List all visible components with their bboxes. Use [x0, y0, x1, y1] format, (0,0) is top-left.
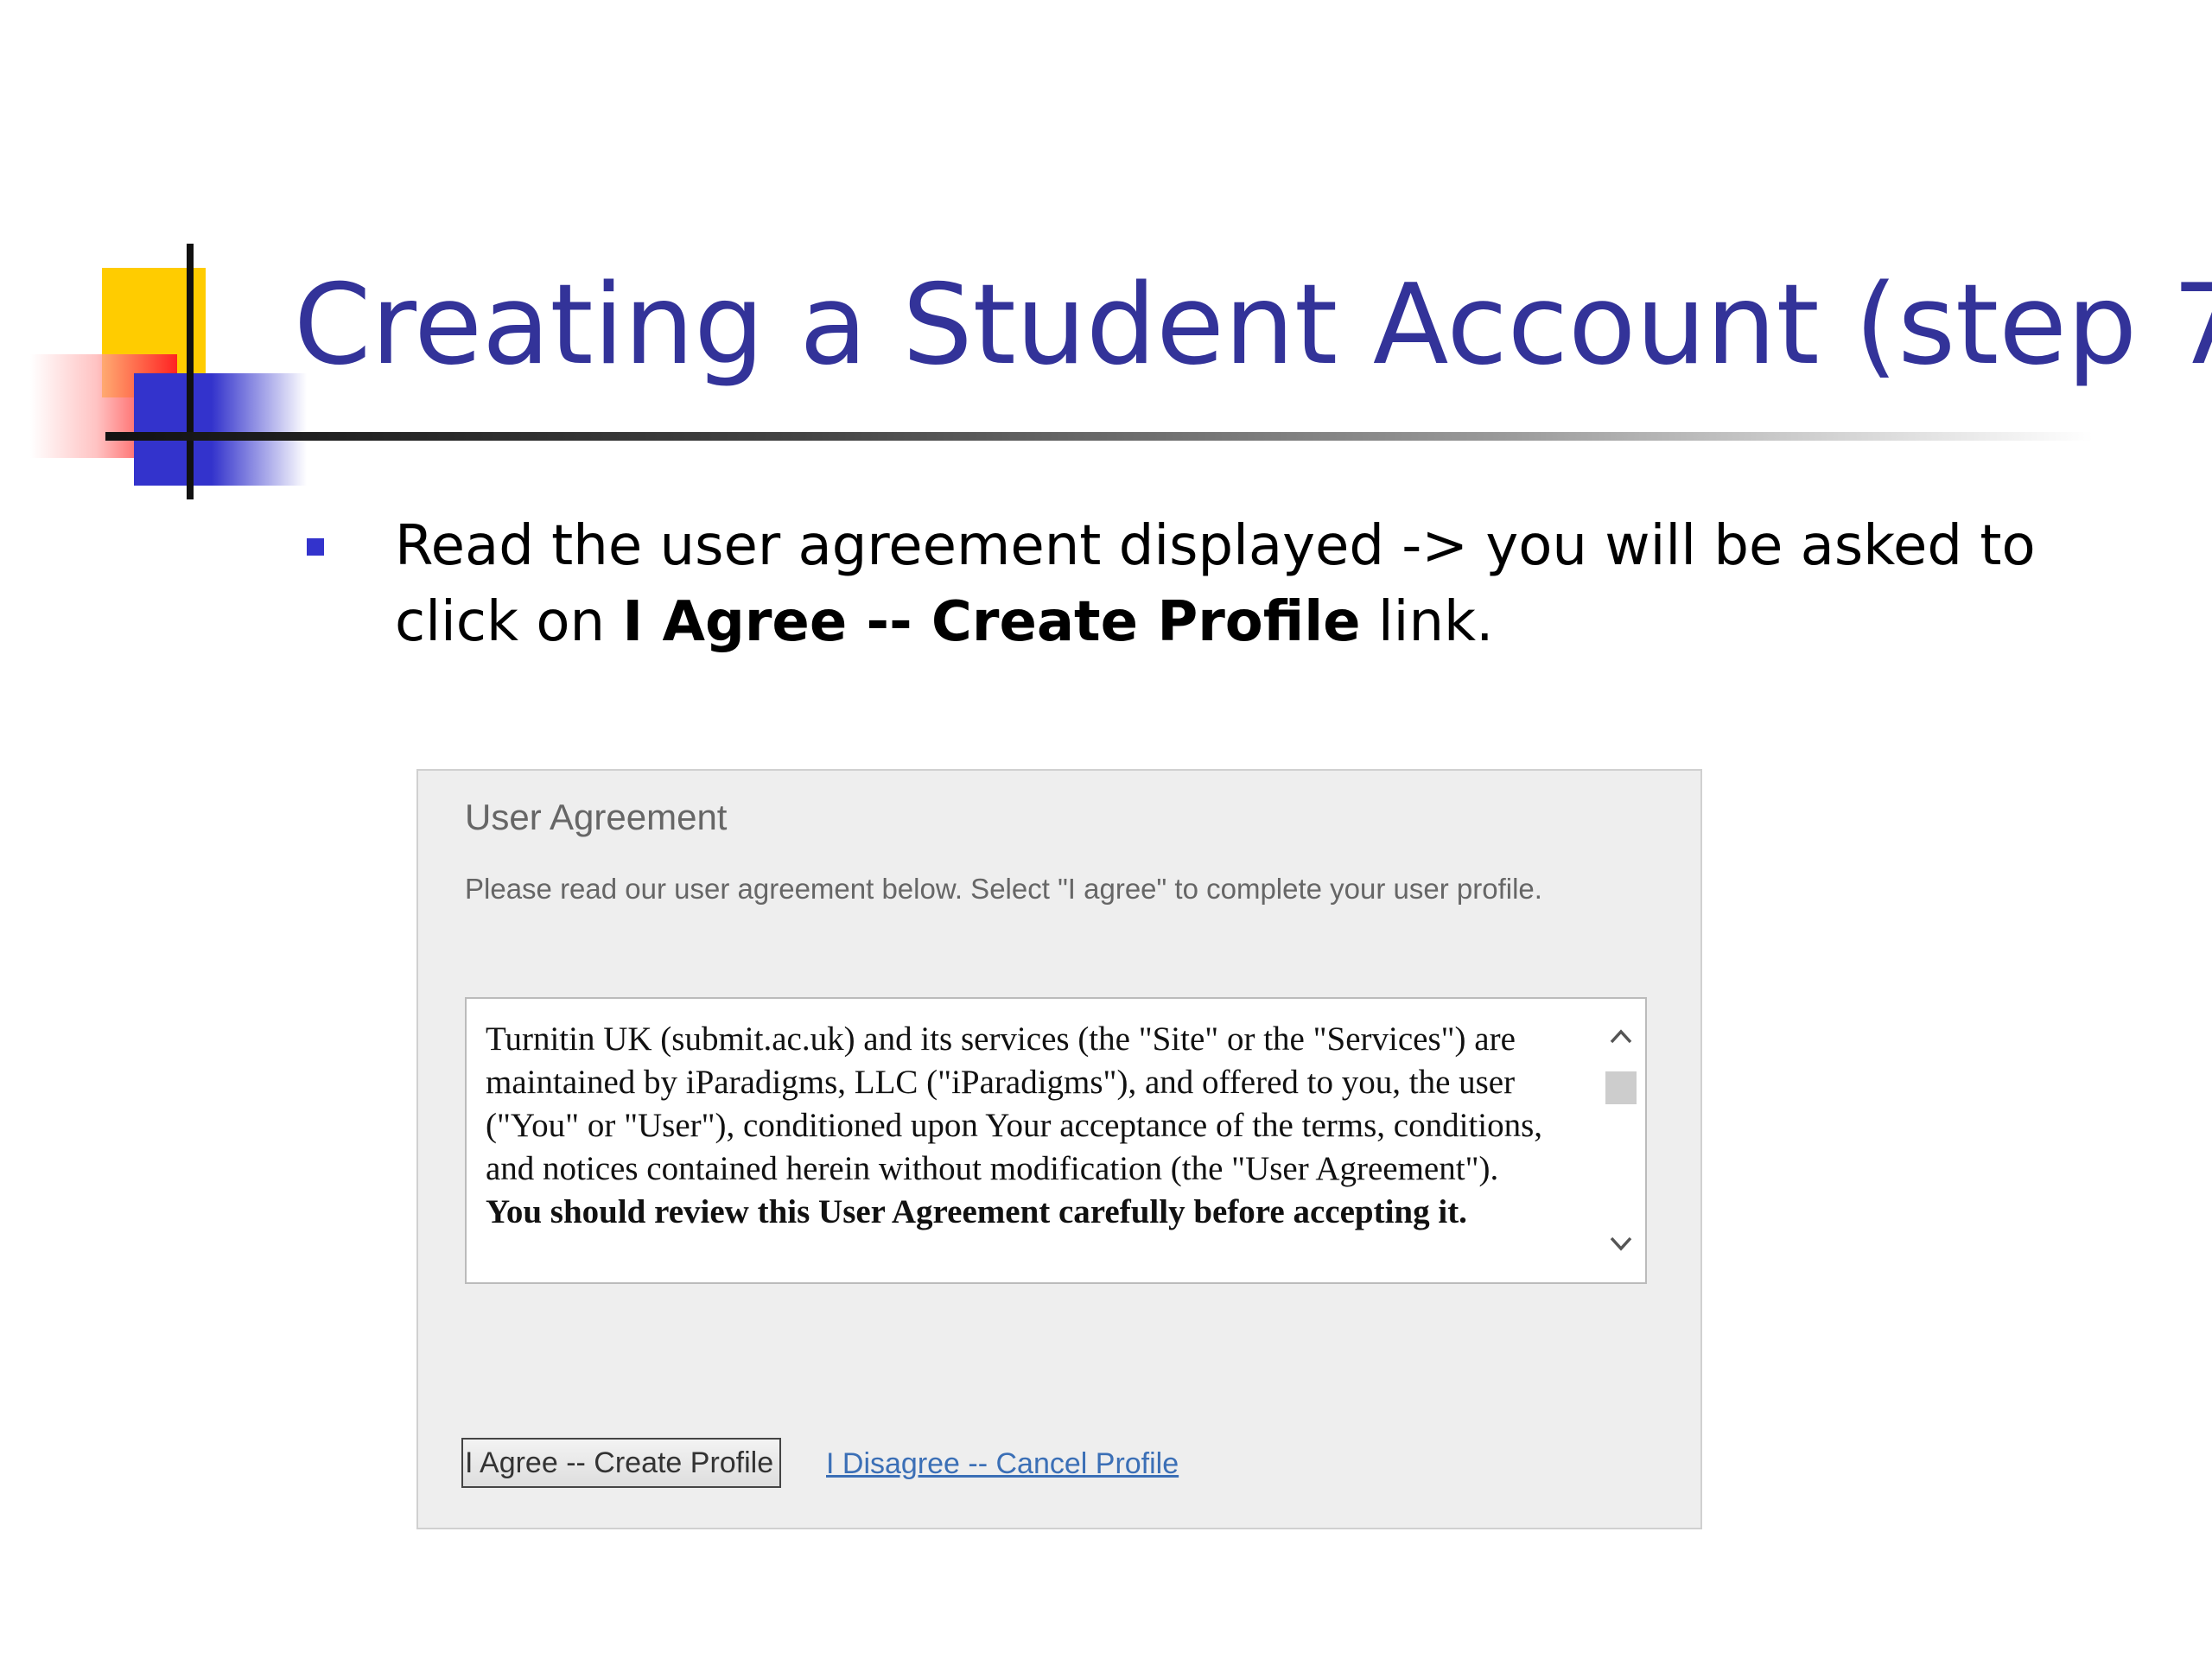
- user-agreement-description: Please read our user agreement below. Se…: [465, 873, 1542, 905]
- logo-blue-square: [134, 373, 307, 486]
- title-underline: [105, 432, 2093, 441]
- agreement-scrollbar[interactable]: [1604, 1023, 1638, 1256]
- bullet-text-after: link.: [1360, 590, 1494, 654]
- bullet-text: Read the user agreement displayed -> you…: [395, 508, 2132, 660]
- agreement-text-box[interactable]: Turnitin UK (submit.ac.uk) and its servi…: [465, 997, 1647, 1284]
- chevron-up-icon[interactable]: [1604, 1023, 1638, 1049]
- logo-vertical-line: [187, 244, 194, 499]
- slide: Creating a Student Account (step 7) Read…: [0, 0, 2212, 1659]
- user-agreement-title: User Agreement: [465, 797, 728, 837]
- agreement-emphasis: You should review this User Agreement ca…: [486, 1193, 1467, 1230]
- bullet-square-icon: [307, 538, 324, 556]
- user-agreement-panel: User Agreement Please read our user agre…: [416, 769, 1702, 1529]
- agree-create-profile-button[interactable]: I Agree -- Create Profile: [461, 1438, 781, 1488]
- agreement-body: Turnitin UK (submit.ac.uk) and its servi…: [486, 1020, 1542, 1187]
- chevron-down-icon[interactable]: [1604, 1230, 1638, 1256]
- slide-title: Creating a Student Account (step 7): [294, 261, 2212, 390]
- scrollbar-thumb[interactable]: [1605, 1071, 1637, 1104]
- agreement-text: Turnitin UK (submit.ac.uk) and its servi…: [486, 1018, 1583, 1234]
- disagree-cancel-profile-link[interactable]: I Disagree -- Cancel Profile: [826, 1443, 1179, 1484]
- bullet-text-bold: I Agree -- Create Profile: [622, 590, 1361, 654]
